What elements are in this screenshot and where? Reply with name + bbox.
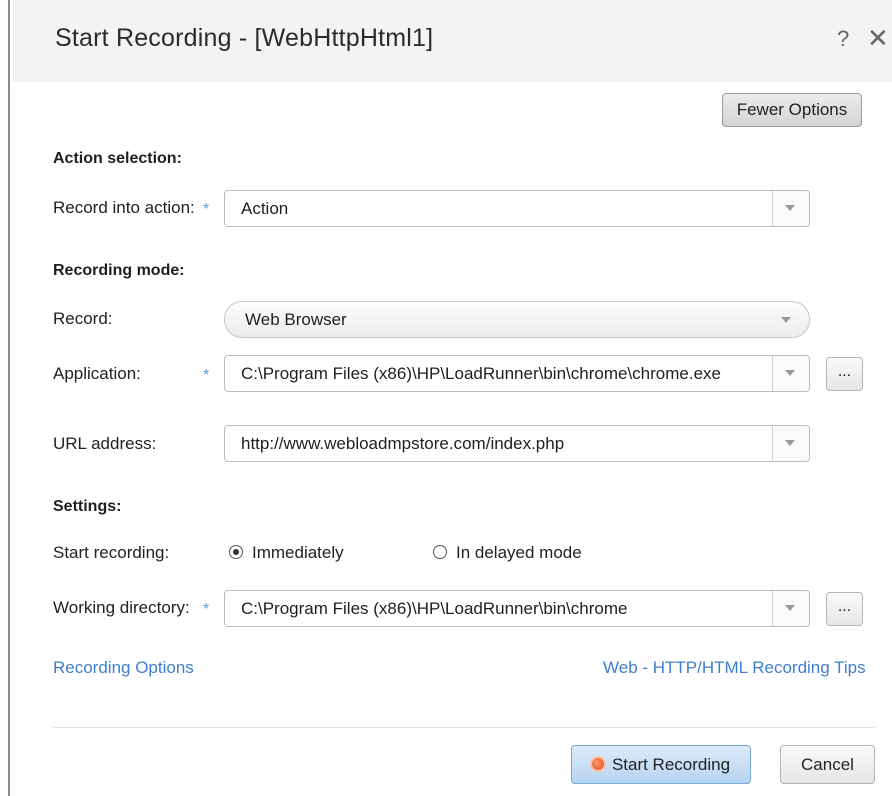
required-marker: * (203, 601, 210, 618)
radio-immediately-label[interactable]: Immediately (252, 543, 344, 563)
footer-divider (53, 727, 875, 728)
url-address-value: http://www.webloadmpstore.com/index.php (241, 434, 565, 453)
record-mode-value: Web Browser (245, 310, 347, 329)
action-selection-heading: Action selection: (53, 150, 182, 167)
browse-directory-button[interactable]: ... (826, 592, 863, 626)
recording-options-link[interactable]: Recording Options (53, 658, 194, 678)
title-bar: Start Recording - [WebHttpHtml1] ? ✕ (12, 0, 892, 82)
dialog-title: Start Recording - [WebHttpHtml1] (55, 24, 434, 52)
recording-tips-link[interactable]: Web - HTTP/HTML Recording Tips (603, 658, 866, 678)
start-recording-dialog: Start Recording - [WebHttpHtml1] ? ✕ Few… (12, 0, 892, 796)
record-icon (591, 758, 604, 771)
radio-immediately[interactable] (229, 545, 243, 559)
record-into-action-value: Action (241, 199, 289, 218)
record-label: Record: (53, 309, 113, 328)
working-directory-label: Working directory: (53, 598, 190, 617)
record-mode-select[interactable]: Web Browser (224, 301, 810, 338)
close-icon[interactable]: ✕ (867, 23, 889, 54)
url-address-label: URL address: (53, 434, 157, 453)
dropdown-button[interactable] (772, 191, 809, 226)
application-path-value: C:\Program Files (x86)\HP\LoadRunner\bin… (241, 364, 721, 383)
chevron-down-icon (781, 317, 791, 323)
application-path-input[interactable]: C:\Program Files (x86)\HP\LoadRunner\bin… (224, 355, 810, 392)
chevron-down-icon (785, 440, 795, 446)
radio-delayed-mode[interactable] (433, 545, 447, 559)
start-recording-label: Start Recording (611, 755, 731, 774)
record-into-action-label: Record into action: (53, 198, 195, 217)
dropdown-button[interactable] (772, 356, 809, 391)
required-marker: * (203, 201, 210, 218)
dropdown-button[interactable] (772, 426, 809, 461)
application-label: Application: (53, 364, 141, 383)
dropdown-button[interactable] (772, 591, 809, 626)
start-recording-button[interactable]: Start Recording (571, 745, 751, 784)
chevron-down-icon (785, 205, 795, 211)
recording-mode-heading: Recording mode: (53, 262, 185, 279)
window-left-edge (0, 0, 10, 796)
start-recording-label: Start recording: (53, 543, 170, 562)
cancel-button[interactable]: Cancel (780, 745, 875, 784)
url-address-input[interactable]: http://www.webloadmpstore.com/index.php (224, 425, 810, 462)
radio-delayed-mode-label[interactable]: In delayed mode (456, 543, 582, 563)
record-into-action-select[interactable]: Action (224, 190, 810, 227)
working-directory-input[interactable]: C:\Program Files (x86)\HP\LoadRunner\bin… (224, 590, 810, 627)
help-icon[interactable]: ? (837, 26, 849, 52)
fewer-options-button[interactable]: Fewer Options (722, 93, 862, 127)
browse-application-button[interactable]: ... (826, 357, 863, 391)
settings-heading: Settings: (53, 498, 122, 515)
required-marker: * (203, 367, 210, 384)
chevron-down-icon (785, 605, 795, 611)
chevron-down-icon (785, 370, 795, 376)
working-directory-value: C:\Program Files (x86)\HP\LoadRunner\bin… (241, 599, 628, 618)
